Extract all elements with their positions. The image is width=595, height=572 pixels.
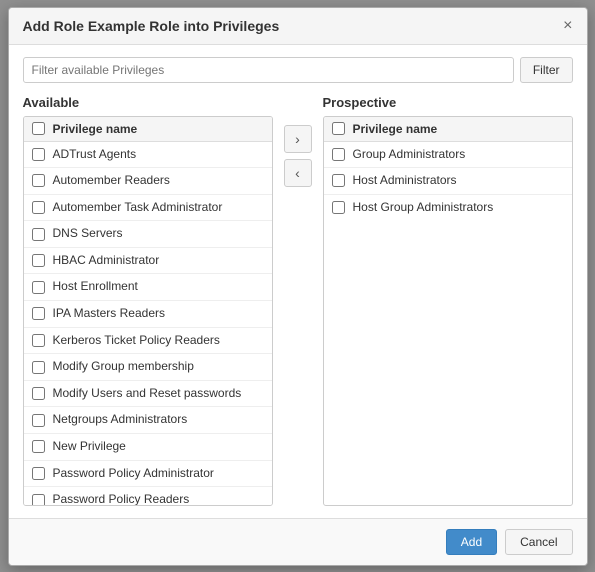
- available-item-checkbox[interactable]: [32, 201, 45, 214]
- available-list-item[interactable]: Automember Task Administrator: [24, 195, 272, 222]
- available-item-label: Netgroups Administrators: [53, 412, 188, 428]
- available-item-label: Password Policy Administrator: [53, 466, 214, 482]
- prospective-item-label: Host Administrators: [353, 173, 457, 189]
- available-list-item[interactable]: ADTrust Agents: [24, 142, 272, 169]
- available-item-checkbox[interactable]: [32, 467, 45, 480]
- available-item-label: Modify Users and Reset passwords: [53, 386, 242, 402]
- dialog: Add Role Example Role into Privileges × …: [8, 7, 588, 566]
- available-list-item[interactable]: Netgroups Administrators: [24, 407, 272, 434]
- available-header-label: Privilege name: [53, 122, 138, 136]
- available-item-checkbox[interactable]: [32, 148, 45, 161]
- available-item-checkbox[interactable]: [32, 307, 45, 320]
- available-list-item[interactable]: Automember Readers: [24, 168, 272, 195]
- prospective-select-all-checkbox[interactable]: [332, 122, 345, 135]
- cancel-button[interactable]: Cancel: [505, 529, 572, 555]
- modal-footer: Add Cancel: [9, 518, 587, 565]
- remove-arrow-button[interactable]: ‹: [284, 159, 312, 187]
- modal-body: Filter Available Privilege name ADTrust …: [9, 45, 587, 518]
- available-item-label: DNS Servers: [53, 226, 123, 242]
- filter-row: Filter: [23, 57, 573, 83]
- available-list-item[interactable]: Password Policy Readers: [24, 487, 272, 505]
- available-list-item[interactable]: DNS Servers: [24, 221, 272, 248]
- available-list-item[interactable]: Host Enrollment: [24, 274, 272, 301]
- prospective-item-checkbox[interactable]: [332, 174, 345, 187]
- available-items-container: ADTrust Agents Automember Readers Autome…: [24, 142, 272, 506]
- available-item-checkbox[interactable]: [32, 254, 45, 267]
- available-item-checkbox[interactable]: [32, 334, 45, 347]
- filter-input[interactable]: [23, 57, 514, 83]
- modal-overlay: Add Role Example Role into Privileges × …: [0, 0, 595, 572]
- available-select-all-checkbox[interactable]: [32, 122, 45, 135]
- available-column-title: Available: [23, 95, 273, 110]
- prospective-list[interactable]: Privilege name Group Administrators Host…: [323, 116, 573, 506]
- close-button[interactable]: ×: [563, 18, 572, 34]
- available-list-item[interactable]: Password Policy Administrator: [24, 461, 272, 488]
- prospective-list-header: Privilege name: [324, 117, 572, 142]
- available-item-checkbox[interactable]: [32, 494, 45, 506]
- available-list-item[interactable]: IPA Masters Readers: [24, 301, 272, 328]
- prospective-item-label: Group Administrators: [353, 147, 466, 163]
- available-item-label: Automember Readers: [53, 173, 170, 189]
- prospective-column: Prospective Privilege name Group Adminis…: [323, 95, 573, 506]
- add-arrow-button[interactable]: ›: [284, 125, 312, 153]
- columns-row: Available Privilege name ADTrust Agents …: [23, 95, 573, 506]
- prospective-items-container: Group Administrators Host Administrators…: [324, 142, 572, 221]
- available-item-checkbox[interactable]: [32, 228, 45, 241]
- prospective-list-item[interactable]: Group Administrators: [324, 142, 572, 169]
- available-item-checkbox[interactable]: [32, 174, 45, 187]
- available-list-header: Privilege name: [24, 117, 272, 142]
- filter-button[interactable]: Filter: [520, 57, 573, 83]
- modal-title: Add Role Example Role into Privileges: [23, 18, 280, 34]
- available-item-label: HBAC Administrator: [53, 253, 160, 269]
- available-item-label: New Privilege: [53, 439, 126, 455]
- available-item-label: Host Enrollment: [53, 279, 138, 295]
- available-list-item[interactable]: Modify Users and Reset passwords: [24, 381, 272, 408]
- available-item-label: ADTrust Agents: [53, 147, 137, 163]
- available-item-checkbox[interactable]: [32, 281, 45, 294]
- available-item-label: Kerberos Ticket Policy Readers: [53, 333, 220, 349]
- available-column: Available Privilege name ADTrust Agents …: [23, 95, 273, 506]
- available-item-checkbox[interactable]: [32, 414, 45, 427]
- available-item-checkbox[interactable]: [32, 440, 45, 453]
- arrow-column: › ‹: [273, 95, 323, 187]
- prospective-item-label: Host Group Administrators: [353, 200, 494, 216]
- available-list-item[interactable]: New Privilege: [24, 434, 272, 461]
- prospective-column-title: Prospective: [323, 95, 573, 110]
- prospective-header-label: Privilege name: [353, 122, 438, 136]
- available-item-label: Modify Group membership: [53, 359, 194, 375]
- modal-header: Add Role Example Role into Privileges ×: [9, 8, 587, 45]
- available-item-label: Password Policy Readers: [53, 492, 190, 505]
- available-item-label: IPA Masters Readers: [53, 306, 166, 322]
- available-list[interactable]: Privilege name ADTrust Agents Automember…: [23, 116, 273, 506]
- available-list-item[interactable]: HBAC Administrator: [24, 248, 272, 275]
- available-item-label: Automember Task Administrator: [53, 200, 223, 216]
- prospective-list-item[interactable]: Host Administrators: [324, 168, 572, 195]
- available-list-item[interactable]: Modify Group membership: [24, 354, 272, 381]
- prospective-item-checkbox[interactable]: [332, 148, 345, 161]
- prospective-item-checkbox[interactable]: [332, 201, 345, 214]
- available-item-checkbox[interactable]: [32, 361, 45, 374]
- available-item-checkbox[interactable]: [32, 387, 45, 400]
- available-list-item[interactable]: Kerberos Ticket Policy Readers: [24, 328, 272, 355]
- prospective-list-item[interactable]: Host Group Administrators: [324, 195, 572, 221]
- add-button[interactable]: Add: [446, 529, 497, 555]
